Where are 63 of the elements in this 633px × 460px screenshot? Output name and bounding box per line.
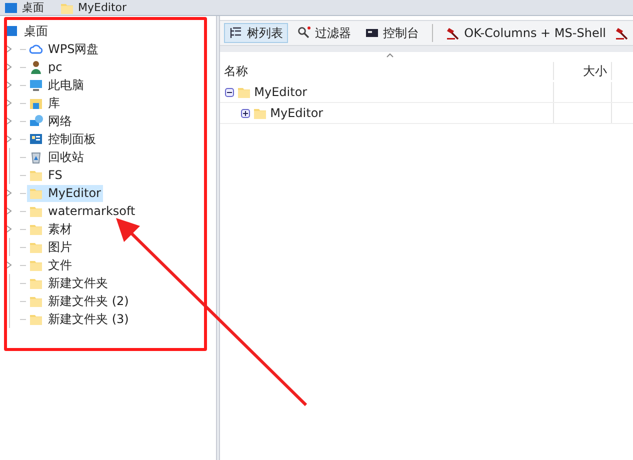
expand-chevron-icon[interactable] — [6, 45, 12, 53]
library-icon — [29, 96, 43, 110]
folder-icon — [237, 85, 252, 99]
tree-item[interactable]: MyEditor — [27, 184, 103, 202]
monitor-icon — [29, 78, 43, 92]
tree-item[interactable]: WPS网盘 — [27, 40, 101, 58]
expand-chevron-icon[interactable] — [6, 225, 12, 233]
tree-item[interactable]: 网络 — [27, 112, 74, 130]
search-icon — [297, 26, 312, 40]
hammer-icon — [446, 26, 460, 40]
expand-chevron-icon[interactable] — [6, 261, 12, 269]
tree-item[interactable]: 文件 — [27, 256, 74, 274]
expand-chevron-icon[interactable] — [6, 99, 12, 107]
expand-chevron-icon[interactable] — [6, 117, 12, 125]
tree-item[interactable]: 新建文件夹 (3) — [27, 310, 131, 328]
toolbar-button[interactable]: 过滤器 — [292, 23, 356, 43]
expand-icon[interactable] — [241, 108, 250, 118]
tree-item[interactable]: 新建文件夹 — [27, 274, 110, 292]
tree-item[interactable]: 新建文件夹 (2) — [27, 292, 131, 310]
tree-item[interactable]: 桌面 — [22, 22, 50, 40]
tree-item[interactable]: FS — [27, 166, 64, 184]
toolbar-button[interactable]: 树列表 — [224, 23, 288, 43]
tree-list-icon — [229, 26, 244, 40]
desktop-icon — [4, 0, 18, 14]
tree-item[interactable]: 回收站 — [27, 148, 86, 166]
control-panel-icon — [29, 132, 43, 146]
folder-icon — [29, 186, 43, 200]
tree-item[interactable]: 图片 — [27, 238, 74, 256]
collapse-icon[interactable] — [225, 88, 234, 96]
folder-icon — [29, 258, 43, 272]
network-icon — [29, 114, 43, 128]
expand-chevron-icon[interactable] — [6, 63, 12, 71]
folder-icon — [29, 240, 43, 254]
table-cell-text: MyEditor — [270, 105, 324, 122]
hammer-icon — [615, 26, 629, 40]
folder-icon — [29, 294, 43, 308]
folder-icon — [29, 222, 43, 236]
recycle-bin-icon — [29, 150, 43, 164]
breadcrumb[interactable]: MyEditor — [78, 2, 127, 14]
expand-chevron-icon[interactable] — [6, 189, 12, 197]
folder-icon — [29, 204, 43, 218]
expand-chevron-icon[interactable] — [6, 135, 12, 143]
tree-item[interactable]: 控制面板 — [27, 130, 98, 148]
toolbar-button[interactable]: OK-Columns + MS-Shell — [441, 23, 611, 43]
table-cell-text: MyEditor — [254, 84, 308, 101]
cloud-icon — [29, 42, 43, 56]
column-header[interactable]: 名称 — [220, 62, 554, 80]
folder-icon — [29, 276, 43, 290]
user-icon — [29, 60, 43, 74]
tree-item[interactable]: 此电脑 — [27, 76, 86, 94]
column-header[interactable]: 大小 — [554, 62, 612, 80]
breadcrumb[interactable]: 桌面 — [22, 2, 44, 14]
tree-item[interactable]: 素材 — [27, 220, 74, 238]
folder-icon — [29, 312, 43, 326]
expand-chevron-icon[interactable] — [6, 81, 12, 89]
tree-item[interactable]: pc — [27, 58, 64, 76]
folder-icon — [29, 168, 43, 182]
expand-chevron-icon[interactable] — [6, 207, 12, 215]
tree-item[interactable]: watermarksoft — [27, 202, 138, 220]
folder-icon — [253, 106, 268, 120]
tree-item[interactable]: 库 — [27, 94, 62, 112]
console-icon — [365, 26, 380, 40]
toolbar-button[interactable]: 控制台 — [360, 23, 424, 43]
